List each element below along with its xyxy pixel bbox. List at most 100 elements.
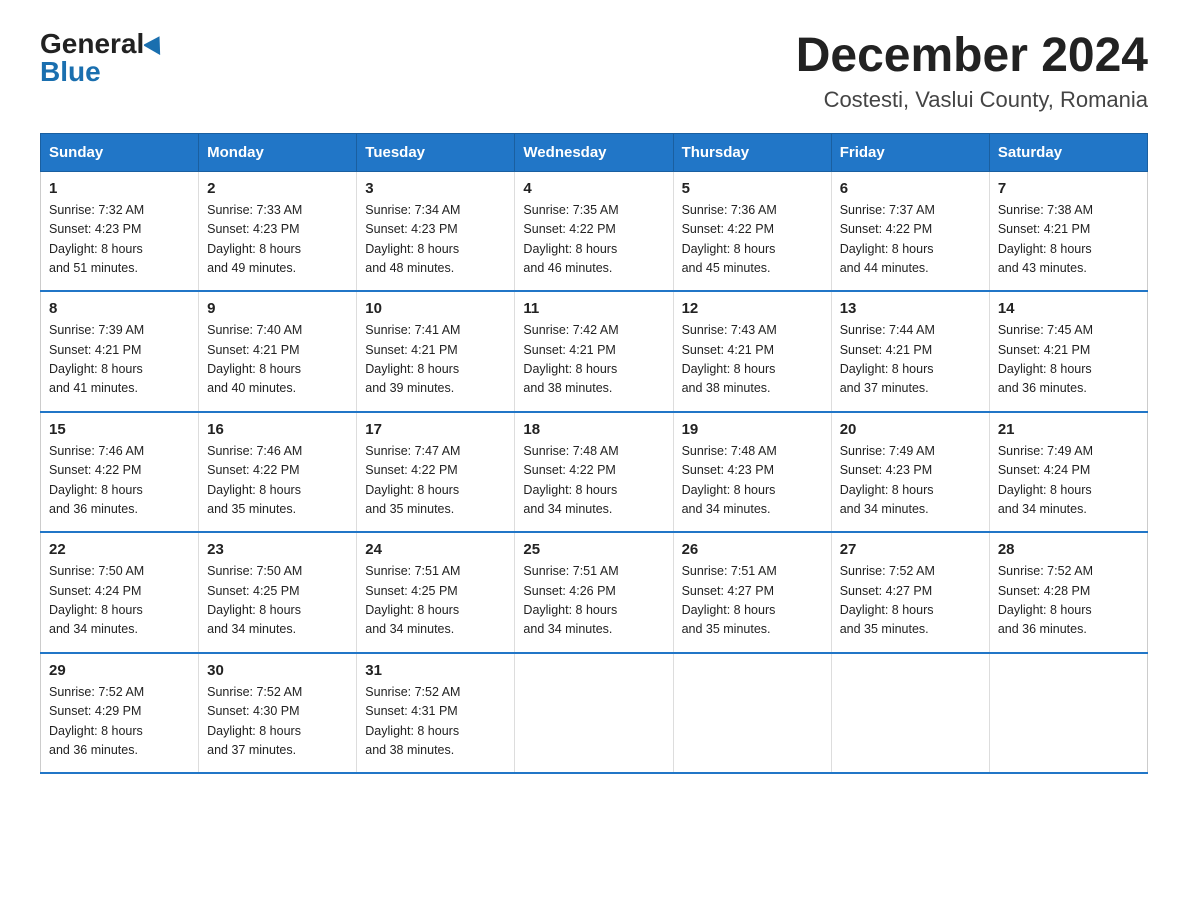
day-number: 21 (998, 421, 1139, 438)
calendar-cell: 27 Sunrise: 7:52 AMSunset: 4:27 PMDaylig… (831, 532, 989, 653)
day-number: 22 (49, 541, 190, 558)
day-info: Sunrise: 7:43 AMSunset: 4:21 PMDaylight:… (682, 321, 823, 399)
calendar-body: 1 Sunrise: 7:32 AMSunset: 4:23 PMDayligh… (41, 171, 1148, 773)
day-info: Sunrise: 7:52 AMSunset: 4:29 PMDaylight:… (49, 683, 190, 761)
day-info: Sunrise: 7:52 AMSunset: 4:30 PMDaylight:… (207, 683, 348, 761)
day-info: Sunrise: 7:40 AMSunset: 4:21 PMDaylight:… (207, 321, 348, 399)
calendar-cell: 1 Sunrise: 7:32 AMSunset: 4:23 PMDayligh… (41, 171, 199, 291)
day-info: Sunrise: 7:33 AMSunset: 4:23 PMDaylight:… (207, 201, 348, 279)
day-number: 20 (840, 421, 981, 438)
logo-blue-text: Blue (40, 58, 101, 86)
day-number: 17 (365, 421, 506, 438)
weekday-header-wednesday: Wednesday (515, 133, 673, 171)
day-number: 25 (523, 541, 664, 558)
day-info: Sunrise: 7:49 AMSunset: 4:24 PMDaylight:… (998, 442, 1139, 520)
calendar-cell: 11 Sunrise: 7:42 AMSunset: 4:21 PMDaylig… (515, 291, 673, 412)
logo-general-text: General (40, 30, 144, 58)
calendar-cell: 16 Sunrise: 7:46 AMSunset: 4:22 PMDaylig… (199, 412, 357, 533)
calendar-week-row: 1 Sunrise: 7:32 AMSunset: 4:23 PMDayligh… (41, 171, 1148, 291)
day-info: Sunrise: 7:46 AMSunset: 4:22 PMDaylight:… (49, 442, 190, 520)
day-info: Sunrise: 7:49 AMSunset: 4:23 PMDaylight:… (840, 442, 981, 520)
calendar-week-row: 22 Sunrise: 7:50 AMSunset: 4:24 PMDaylig… (41, 532, 1148, 653)
day-info: Sunrise: 7:48 AMSunset: 4:22 PMDaylight:… (523, 442, 664, 520)
calendar-cell: 2 Sunrise: 7:33 AMSunset: 4:23 PMDayligh… (199, 171, 357, 291)
calendar-table: SundayMondayTuesdayWednesdayThursdayFrid… (40, 133, 1148, 775)
day-number: 29 (49, 662, 190, 679)
day-number: 2 (207, 180, 348, 197)
day-number: 24 (365, 541, 506, 558)
day-number: 4 (523, 180, 664, 197)
calendar-cell: 31 Sunrise: 7:52 AMSunset: 4:31 PMDaylig… (357, 653, 515, 774)
calendar-cell: 29 Sunrise: 7:52 AMSunset: 4:29 PMDaylig… (41, 653, 199, 774)
calendar-cell: 28 Sunrise: 7:52 AMSunset: 4:28 PMDaylig… (989, 532, 1147, 653)
weekday-header-thursday: Thursday (673, 133, 831, 171)
day-info: Sunrise: 7:41 AMSunset: 4:21 PMDaylight:… (365, 321, 506, 399)
title-block: December 2024 Costesti, Vaslui County, R… (796, 30, 1148, 113)
day-info: Sunrise: 7:36 AMSunset: 4:22 PMDaylight:… (682, 201, 823, 279)
weekday-header-sunday: Sunday (41, 133, 199, 171)
calendar-cell: 14 Sunrise: 7:45 AMSunset: 4:21 PMDaylig… (989, 291, 1147, 412)
day-number: 19 (682, 421, 823, 438)
calendar-cell (989, 653, 1147, 774)
day-info: Sunrise: 7:51 AMSunset: 4:25 PMDaylight:… (365, 562, 506, 640)
day-info: Sunrise: 7:51 AMSunset: 4:26 PMDaylight:… (523, 562, 664, 640)
day-number: 8 (49, 300, 190, 317)
day-info: Sunrise: 7:47 AMSunset: 4:22 PMDaylight:… (365, 442, 506, 520)
day-info: Sunrise: 7:35 AMSunset: 4:22 PMDaylight:… (523, 201, 664, 279)
day-number: 12 (682, 300, 823, 317)
day-number: 9 (207, 300, 348, 317)
calendar-cell: 21 Sunrise: 7:49 AMSunset: 4:24 PMDaylig… (989, 412, 1147, 533)
day-info: Sunrise: 7:44 AMSunset: 4:21 PMDaylight:… (840, 321, 981, 399)
calendar-cell: 4 Sunrise: 7:35 AMSunset: 4:22 PMDayligh… (515, 171, 673, 291)
day-number: 6 (840, 180, 981, 197)
day-info: Sunrise: 7:46 AMSunset: 4:22 PMDaylight:… (207, 442, 348, 520)
calendar-cell: 15 Sunrise: 7:46 AMSunset: 4:22 PMDaylig… (41, 412, 199, 533)
day-info: Sunrise: 7:38 AMSunset: 4:21 PMDaylight:… (998, 201, 1139, 279)
location-subtitle: Costesti, Vaslui County, Romania (796, 87, 1148, 113)
calendar-cell: 23 Sunrise: 7:50 AMSunset: 4:25 PMDaylig… (199, 532, 357, 653)
logo-arrow-icon (144, 33, 166, 55)
calendar-cell (831, 653, 989, 774)
day-number: 23 (207, 541, 348, 558)
calendar-cell: 8 Sunrise: 7:39 AMSunset: 4:21 PMDayligh… (41, 291, 199, 412)
calendar-week-row: 15 Sunrise: 7:46 AMSunset: 4:22 PMDaylig… (41, 412, 1148, 533)
day-info: Sunrise: 7:52 AMSunset: 4:27 PMDaylight:… (840, 562, 981, 640)
calendar-cell: 7 Sunrise: 7:38 AMSunset: 4:21 PMDayligh… (989, 171, 1147, 291)
day-number: 26 (682, 541, 823, 558)
calendar-cell: 9 Sunrise: 7:40 AMSunset: 4:21 PMDayligh… (199, 291, 357, 412)
day-number: 16 (207, 421, 348, 438)
calendar-header: SundayMondayTuesdayWednesdayThursdayFrid… (41, 133, 1148, 171)
day-number: 3 (365, 180, 506, 197)
calendar-cell: 10 Sunrise: 7:41 AMSunset: 4:21 PMDaylig… (357, 291, 515, 412)
day-info: Sunrise: 7:52 AMSunset: 4:31 PMDaylight:… (365, 683, 506, 761)
calendar-cell (515, 653, 673, 774)
weekday-header-monday: Monday (199, 133, 357, 171)
calendar-cell: 25 Sunrise: 7:51 AMSunset: 4:26 PMDaylig… (515, 532, 673, 653)
calendar-cell: 24 Sunrise: 7:51 AMSunset: 4:25 PMDaylig… (357, 532, 515, 653)
day-info: Sunrise: 7:50 AMSunset: 4:25 PMDaylight:… (207, 562, 348, 640)
calendar-cell: 12 Sunrise: 7:43 AMSunset: 4:21 PMDaylig… (673, 291, 831, 412)
day-info: Sunrise: 7:51 AMSunset: 4:27 PMDaylight:… (682, 562, 823, 640)
day-info: Sunrise: 7:34 AMSunset: 4:23 PMDaylight:… (365, 201, 506, 279)
day-info: Sunrise: 7:52 AMSunset: 4:28 PMDaylight:… (998, 562, 1139, 640)
day-number: 28 (998, 541, 1139, 558)
calendar-cell: 18 Sunrise: 7:48 AMSunset: 4:22 PMDaylig… (515, 412, 673, 533)
day-info: Sunrise: 7:32 AMSunset: 4:23 PMDaylight:… (49, 201, 190, 279)
calendar-cell: 30 Sunrise: 7:52 AMSunset: 4:30 PMDaylig… (199, 653, 357, 774)
month-year-title: December 2024 (796, 30, 1148, 83)
weekday-header-friday: Friday (831, 133, 989, 171)
day-number: 14 (998, 300, 1139, 317)
day-number: 13 (840, 300, 981, 317)
calendar-cell: 6 Sunrise: 7:37 AMSunset: 4:22 PMDayligh… (831, 171, 989, 291)
day-number: 27 (840, 541, 981, 558)
calendar-cell: 26 Sunrise: 7:51 AMSunset: 4:27 PMDaylig… (673, 532, 831, 653)
day-number: 11 (523, 300, 664, 317)
day-number: 7 (998, 180, 1139, 197)
day-number: 31 (365, 662, 506, 679)
calendar-cell (673, 653, 831, 774)
day-number: 15 (49, 421, 190, 438)
weekday-header-row: SundayMondayTuesdayWednesdayThursdayFrid… (41, 133, 1148, 171)
page-header: General Blue December 2024 Costesti, Vas… (40, 30, 1148, 113)
calendar-cell: 19 Sunrise: 7:48 AMSunset: 4:23 PMDaylig… (673, 412, 831, 533)
weekday-header-tuesday: Tuesday (357, 133, 515, 171)
